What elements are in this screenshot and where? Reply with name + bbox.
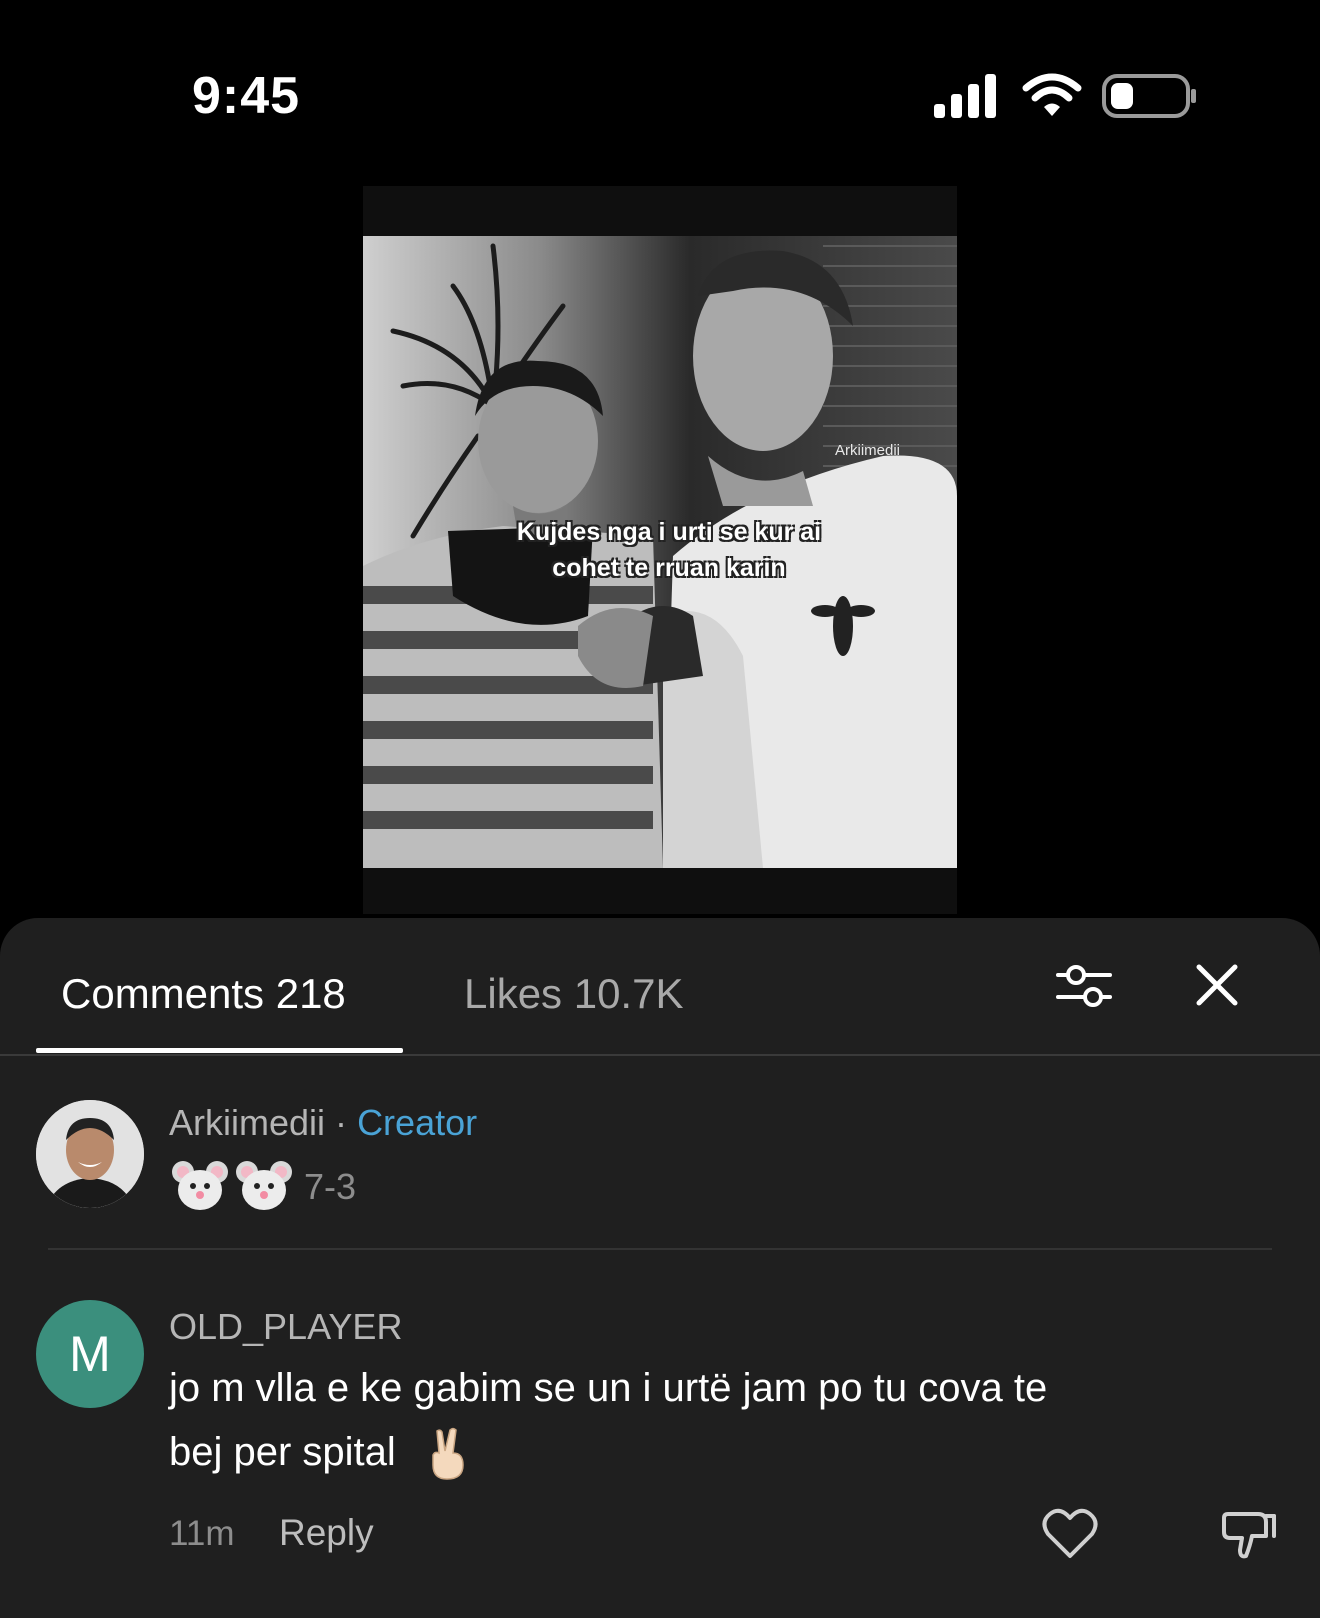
comment-text-line-2: bej per spital [169,1430,396,1474]
comment-text: jo m vlla e ke gabim se un i urtë jam po… [169,1356,1249,1484]
video-player[interactable]: Arkiimedii Kujdes nga i urti se kur ai c… [363,186,957,914]
tab-comments[interactable]: Comments 218 [61,970,346,1018]
video-frame-image: Arkiimedii Kujdes nga i urti se kur ai c… [363,236,957,868]
dislike-thumb-icon[interactable] [1220,1506,1276,1562]
video-caption-line-2: cohet te rruan karin [552,554,786,582]
tabs-divider [0,1054,1320,1056]
avatar[interactable] [36,1100,144,1208]
filter-sliders-icon[interactable] [1056,958,1112,1014]
victory-hand-emoji-icon [432,1428,464,1481]
reply-button[interactable]: Reply [279,1512,374,1554]
comment-username[interactable]: Arkiimedii · Creator [169,1102,477,1144]
status-time: 9:45 [192,67,301,125]
creator-username[interactable]: Arkiimedii [169,1102,325,1143]
comment-time: 11m [169,1514,235,1553]
cellular-signal-icon [934,74,996,118]
status-bar: 9:45 [0,0,1320,180]
comment-text-line-1: jo m vlla e ke gabim se un i urtë jam po… [169,1366,1048,1410]
like-heart-icon[interactable] [1042,1508,1098,1560]
comment-divider [48,1248,1272,1250]
avatar[interactable]: M [36,1300,144,1408]
creator-badge: Creator [357,1102,478,1143]
close-icon[interactable] [1194,962,1240,1008]
battery-icon [1102,74,1196,118]
video-caption-line-1: Kujdes nga i urti se kur ai [516,518,822,546]
comment-date: 7-3 [304,1166,357,1207]
mouse-face-emoji-icon [172,1161,292,1210]
wifi-icon [1022,73,1082,116]
tab-likes[interactable]: Likes 10.7K [464,970,683,1018]
video-caption: Kujdes nga i urti se kur ai cohet te rru… [459,514,879,586]
comment-username[interactable]: OLD_PLAYER [169,1306,402,1348]
comments-sheet: Comments 218 Likes 10.7K Arkiimedii · Cr… [0,918,1320,1618]
video-watermark: Arkiimedii [835,442,901,459]
active-tab-indicator [36,1048,403,1053]
separator-dot: · [335,1102,348,1143]
comment-text-line-2-wrap: bej per spital [169,1420,1249,1484]
